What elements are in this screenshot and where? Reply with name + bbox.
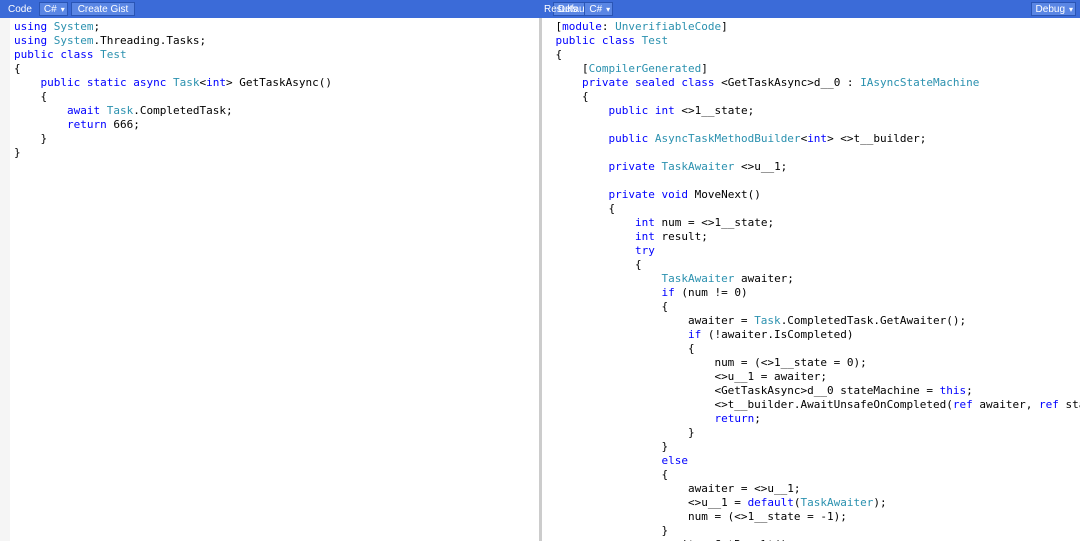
create-gist-button[interactable]: Create Gist (71, 2, 136, 16)
code-label: Code (4, 4, 36, 15)
results-pane[interactable]: [module: UnverifiableCode] public class … (542, 18, 1080, 541)
source-code[interactable]: using System; using System.Threading.Tas… (4, 20, 535, 160)
toolbar-results: Results C# (540, 2, 613, 16)
toolbar-left: Code C# Create Gist (0, 2, 135, 16)
results-label: Results (540, 4, 581, 15)
left-gutter (0, 18, 10, 541)
decompiled-code[interactable]: [module: UnverifiableCode] public class … (546, 20, 1077, 541)
language-dropdown-left[interactable]: C# (39, 2, 68, 16)
debug-dropdown[interactable]: Debug (1031, 2, 1076, 16)
toolbar-right: Debug (1031, 2, 1080, 16)
source-pane[interactable]: using System; using System.Threading.Tas… (0, 18, 539, 541)
language-dropdown-right[interactable]: C# (584, 2, 613, 16)
content: using System; using System.Threading.Tas… (0, 18, 1080, 541)
toolbar: Code C# Create Gist Default Results C# D… (0, 0, 1080, 18)
